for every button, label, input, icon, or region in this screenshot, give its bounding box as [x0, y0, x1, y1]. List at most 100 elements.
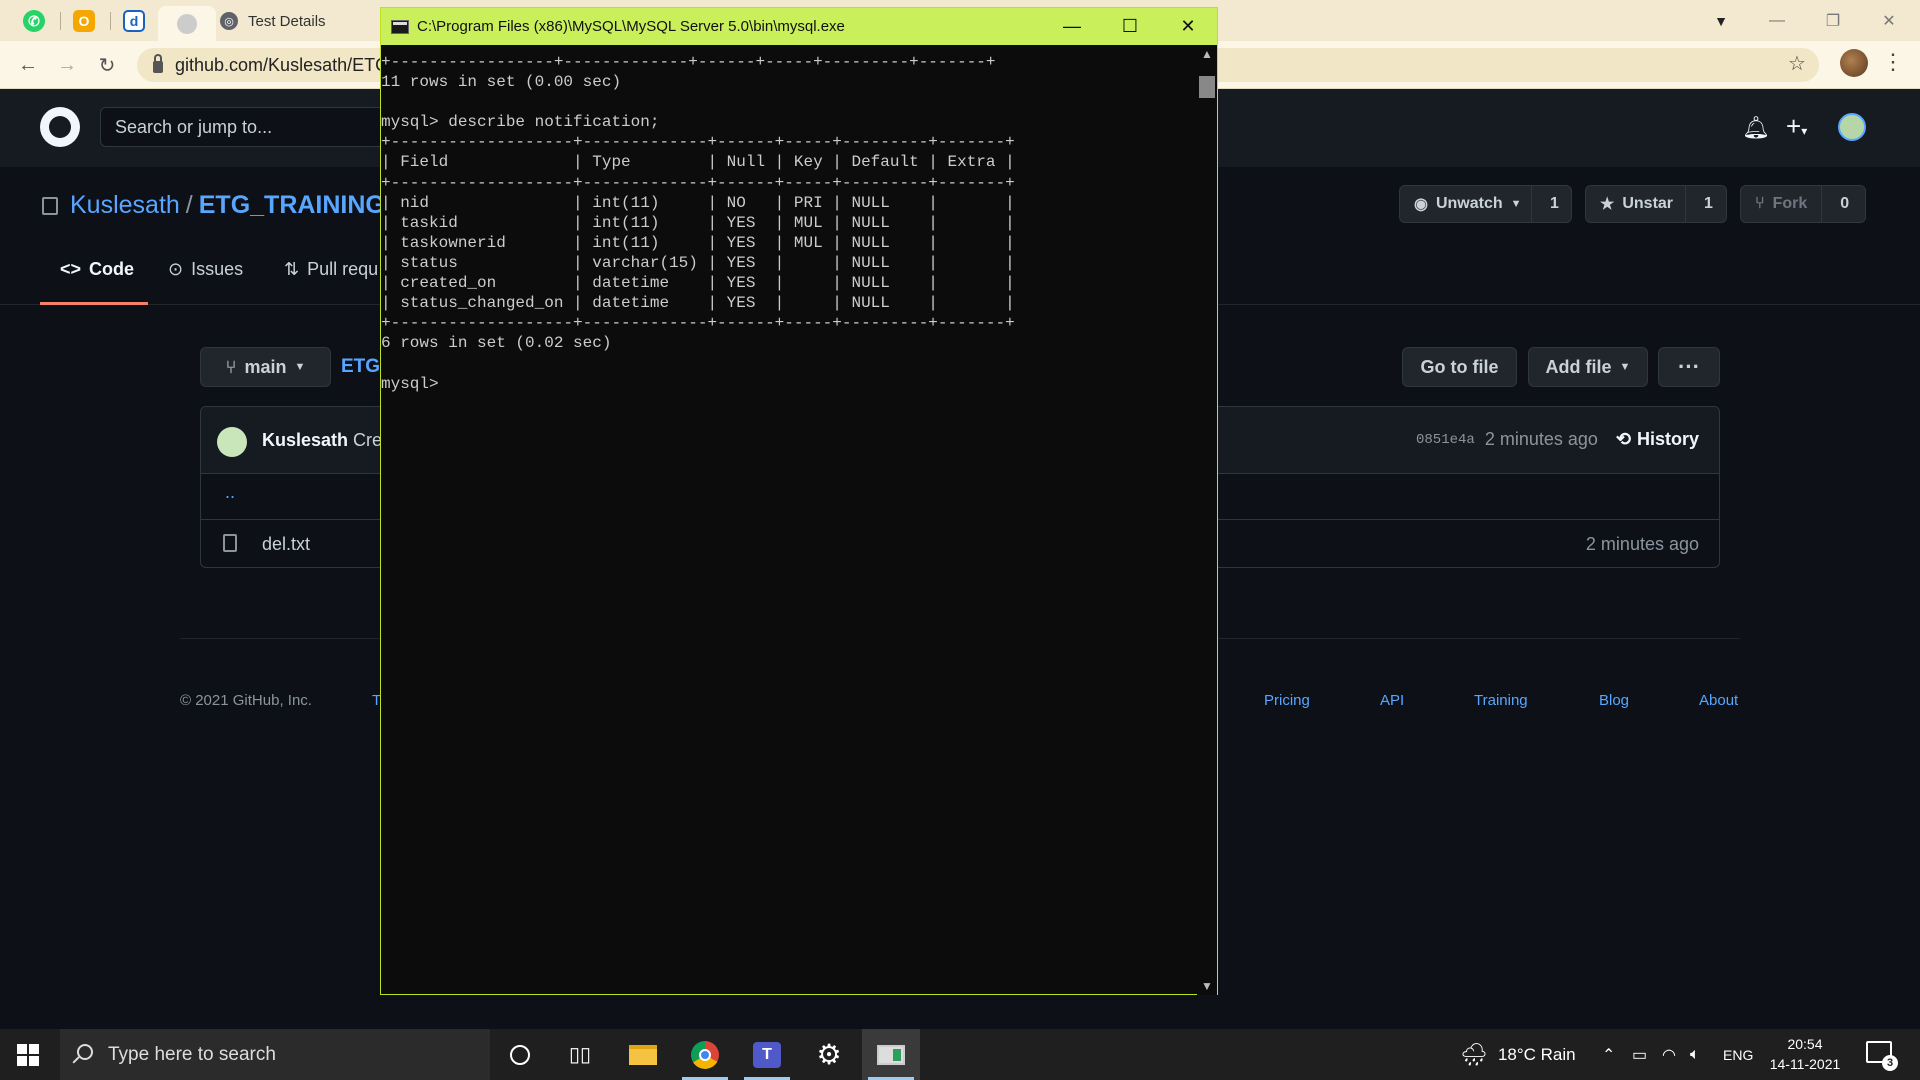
windows-taskbar: Type here to search ▯▯ T ⚙ 🌧︎ 18°C Rain …: [0, 1029, 1920, 1080]
settings-gear-icon[interactable]: ⚙: [800, 1029, 858, 1080]
more-options-button[interactable]: ···: [1658, 347, 1720, 387]
file-name-link[interactable]: del.txt: [262, 534, 310, 555]
add-file-label: Add file: [1545, 356, 1612, 377]
scrollbar-thumb[interactable]: [1199, 76, 1215, 98]
system-clock[interactable]: 20:54 14-11-2021: [1760, 1034, 1850, 1074]
weather-widget[interactable]: 🌧︎ 18°C Rain: [1460, 1029, 1576, 1080]
footer-copyright: © 2021 GitHub, Inc.: [180, 692, 312, 709]
go-to-file-button[interactable]: Go to file: [1402, 347, 1517, 387]
footer-link-about[interactable]: About: [1699, 692, 1738, 709]
console-text: +-----------------+-------------+------+…: [381, 53, 1015, 393]
fork-label: Fork: [1772, 195, 1808, 212]
language-indicator[interactable]: ENG: [1723, 1029, 1753, 1080]
tab-pull-requests-label: Pull requ: [307, 259, 379, 279]
unwatch-button[interactable]: ◉ Unwatch ▼: [1400, 186, 1532, 222]
watch-count[interactable]: 1: [1532, 195, 1577, 213]
breadcrumb-repo-link[interactable]: ETG: [341, 356, 380, 378]
github-logo-icon[interactable]: [40, 107, 80, 147]
browser-menu-icon[interactable]: ⋮: [1882, 51, 1904, 73]
browser-restore-button[interactable]: ❐: [1810, 0, 1856, 41]
repo-owner-link[interactable]: Kuslesath: [70, 191, 180, 219]
commit-sha[interactable]: 0851e4a: [1416, 432, 1475, 448]
volume-icon[interactable]: 🔈︎: [1690, 1029, 1700, 1080]
chrome-taskbar-icon[interactable]: [676, 1029, 734, 1080]
watch-button-group: ◉ Unwatch ▼ 1: [1399, 185, 1572, 223]
taskbar-search-box[interactable]: Type here to search: [60, 1029, 490, 1080]
app-icon: O: [73, 10, 95, 32]
reload-icon[interactable]: ↻: [91, 49, 123, 81]
battery-icon[interactable]: ▭: [1632, 1029, 1647, 1080]
console-output[interactable]: +-----------------+-------------+------+…: [381, 45, 1197, 995]
footer-link-blog[interactable]: Blog: [1599, 692, 1629, 709]
console-title: C:\Program Files (x86)\MySQL\MySQL Serve…: [417, 18, 845, 35]
branch-icon: ⑂: [225, 356, 237, 377]
add-file-button[interactable]: Add file ▼: [1528, 347, 1648, 387]
whatsapp-icon: ✆: [23, 10, 45, 32]
footer-link-pricing[interactable]: Pricing: [1264, 692, 1310, 709]
history-link[interactable]: ⟲ History: [1616, 429, 1699, 450]
footer-link-training[interactable]: Training: [1474, 692, 1528, 709]
lock-icon: [153, 54, 163, 73]
eye-icon: ◉: [1414, 196, 1428, 213]
language-text: ENG: [1723, 1046, 1754, 1063]
forward-arrow-icon[interactable]: →: [51, 49, 83, 81]
cortana-icon[interactable]: [491, 1029, 549, 1080]
create-new-icon[interactable]: +▾: [1786, 111, 1807, 142]
unwatch-label: Unwatch: [1435, 195, 1503, 212]
footer-link-api[interactable]: API: [1380, 692, 1404, 709]
console-minimize-button[interactable]: —: [1043, 8, 1101, 45]
user-avatar[interactable]: [1838, 113, 1866, 141]
profile-avatar[interactable]: [1840, 49, 1868, 77]
commit-author-avatar[interactable]: [217, 427, 247, 457]
console-close-button[interactable]: ✕: [1159, 8, 1217, 45]
code-icon: <>: [60, 259, 82, 279]
pinned-tab-orange[interactable]: O: [66, 6, 102, 36]
back-arrow-icon[interactable]: ←: [12, 49, 44, 81]
fork-icon: ⑂: [1755, 195, 1765, 212]
mysql-console-taskbar-icon[interactable]: [862, 1029, 920, 1080]
notification-count-badge: 3: [1882, 1055, 1898, 1071]
browser-close-button[interactable]: ✕: [1866, 0, 1912, 41]
history-icon: ⟲: [1615, 429, 1631, 449]
file-explorer-icon[interactable]: [614, 1029, 672, 1080]
wifi-icon[interactable]: ◠: [1662, 1029, 1676, 1080]
commit-author-name[interactable]: Kuslesath: [262, 430, 348, 450]
file-icon: [223, 534, 237, 552]
test-details-tab[interactable]: ◎ Test Details: [216, 6, 386, 36]
go-to-file-label: Go to file: [1420, 356, 1499, 377]
tab-code[interactable]: <> Code: [60, 259, 134, 280]
windows-start-icon[interactable]: [17, 1044, 39, 1066]
taskbar-search-placeholder: Type here to search: [108, 1043, 276, 1065]
browser-minimize-button[interactable]: —: [1754, 0, 1800, 41]
task-view-icon[interactable]: ▯▯: [551, 1029, 609, 1080]
scroll-up-arrow-icon[interactable]: ▲: [1201, 48, 1213, 60]
clock-time: 20:54: [1787, 1036, 1823, 1052]
mysql-console-window[interactable]: C:\Program Files (x86)\MySQL\MySQL Serve…: [380, 7, 1218, 995]
tab-issues-label: Issues: [191, 259, 244, 279]
fork-count[interactable]: 0: [1822, 195, 1867, 213]
github-tab[interactable]: [158, 6, 216, 41]
teams-icon[interactable]: T: [738, 1029, 796, 1080]
whatsapp-tab[interactable]: ✆: [16, 6, 52, 36]
console-maximize-button[interactable]: ☐: [1101, 8, 1159, 45]
tab-separator: [60, 12, 61, 30]
branch-selector[interactable]: ⑂ main ▼: [200, 347, 331, 387]
pinned-tab-d[interactable]: d: [116, 6, 152, 36]
unstar-button[interactable]: ★ Unstar: [1586, 186, 1686, 222]
chevron-down-icon: ▼: [1619, 361, 1631, 373]
tab-issues[interactable]: ⊙ Issues: [168, 259, 243, 280]
repo-title: Kuslesath / ETG_TRAINING_C: [70, 191, 417, 219]
console-scrollbar[interactable]: ▲ ▼: [1197, 45, 1217, 995]
fork-button[interactable]: ⑂ Fork: [1741, 186, 1823, 222]
tab-pull-requests[interactable]: ⇅ Pull requ: [284, 259, 378, 280]
show-hidden-icons-chevron-icon[interactable]: ⌃: [1602, 1029, 1615, 1080]
tab-search-icon[interactable]: ▼: [1698, 0, 1744, 41]
bookmark-star-icon[interactable]: ☆: [1788, 51, 1806, 76]
bell-icon[interactable]: 🔔︎: [1742, 115, 1770, 141]
star-count[interactable]: 1: [1686, 195, 1731, 213]
unstar-label: Unstar: [1622, 195, 1674, 212]
github-search-input[interactable]: Search or jump to...: [100, 107, 400, 147]
commit-author: Kuslesath Creat: [262, 430, 397, 451]
scroll-down-arrow-icon[interactable]: ▼: [1201, 980, 1213, 992]
parent-directory-link[interactable]: ..: [225, 482, 235, 503]
